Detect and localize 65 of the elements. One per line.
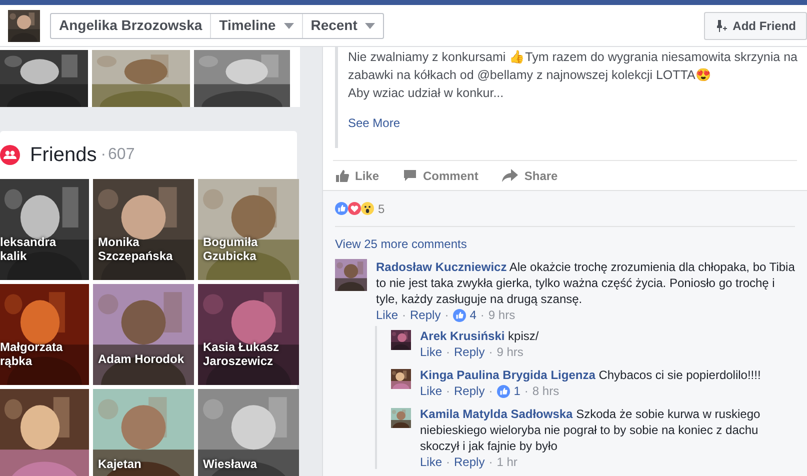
like-reaction-icon	[452, 308, 466, 322]
reaction-count: 5	[378, 200, 385, 218]
menu-dropdown[interactable]: Recent	[302, 14, 384, 38]
separator-dot: ·	[480, 308, 484, 322]
add-friend-button[interactable]: Add Friend	[704, 12, 807, 40]
view-more-comments-link[interactable]: View 25 more comments	[335, 235, 795, 253]
comment-text: Kamila Matylda Sadłowska Szkoda że sobie kurwa w ruskiego niebieskiego wieloryba nie pograł to by sobie na koniec z dachu skoczył i jak fajnie by było	[420, 406, 762, 454]
post-action-button[interactable]: Like	[335, 166, 380, 184]
comment-time: 8 hrs	[532, 384, 560, 398]
separator-dot: ·	[488, 455, 493, 469]
comment-time: 9 hrs	[488, 308, 516, 322]
like-reaction-icon	[335, 202, 348, 215]
author-link[interactable]: Kinga Paulina Brygida Ligenza	[420, 368, 596, 382]
like-link[interactable]: Like	[376, 308, 398, 322]
caret-icon	[365, 22, 376, 28]
friend-name[interactable]: Kasia Łukasz	[198, 340, 280, 354]
post-action-button[interactable]: Comment	[403, 166, 478, 184]
wow-reaction-icon	[361, 202, 374, 215]
comment-text: Kinga Paulina Brygida Ligenza Chybacos ci sie popierdolilo!!!!	[420, 367, 761, 383]
see-more-link[interactable]: See More	[348, 114, 807, 132]
separator-dot: ·	[524, 384, 528, 398]
speech-bubble-icon	[403, 169, 418, 182]
post-text-line: Aby wziac udział w konkur...	[348, 85, 505, 102]
heart-reaction-icon	[348, 202, 361, 215]
separator-dot: ·	[444, 308, 449, 322]
like-reaction-icon	[496, 384, 510, 398]
post-action-button[interactable]: Share	[502, 166, 558, 184]
comment-text: Arek Krusiński kpisz/	[420, 328, 539, 344]
separator-dot: ·	[100, 145, 106, 165]
caret-icon	[284, 22, 294, 28]
profile-name-link[interactable]: Angelika Brzozowska	[51, 14, 212, 38]
comment-time: 9 hrs	[496, 345, 524, 359]
share-arrow-icon	[502, 169, 518, 182]
friends-count: 607	[108, 145, 135, 165]
separator-dot: ·	[446, 455, 450, 469]
separator-dot: ·	[488, 384, 493, 398]
reply-link[interactable]: Reply	[454, 455, 485, 469]
friend-name[interactable]: leksandra	[0, 235, 56, 249]
thumbs-up-icon	[335, 168, 349, 182]
separator-dot: ·	[446, 384, 450, 398]
like-count: 4	[470, 308, 476, 322]
author-link[interactable]: Arek Krusiński	[420, 329, 505, 343]
post-text-line: Nie zwalniamy z konkursami 👍Tym razem do wygrania niesamowita skrzynia na	[348, 49, 798, 66]
comment-time: 1 hr	[496, 455, 518, 469]
separator-dot: ·	[446, 345, 450, 359]
like-link[interactable]: Like	[420, 384, 442, 398]
friend-name[interactable]: Małgorzata	[0, 340, 63, 354]
separator-dot: ·	[402, 308, 406, 322]
author-link[interactable]: Radosław Kuczniewicz	[376, 260, 507, 274]
post-text-line: zabawki na kółkach od @bellamy z najnowszej kolekcji LOTTA😍	[348, 67, 712, 84]
like-link[interactable]: Like	[420, 345, 442, 359]
reply-link[interactable]: Reply	[454, 345, 485, 359]
friend-name[interactable]: Monika	[93, 235, 140, 249]
author-link[interactable]: Kamila Matylda Sadłowska	[420, 407, 573, 421]
comment-text: Radosław Kuczniewicz Ale okażcie trochę zrozumienia dla chłopaka, bo Tibia to nie jest taka zwykła gierka, tylko ważna część życia. Poniosło go trochę i tyle, każdy zasługuje na drugą szansę.	[376, 259, 795, 307]
separator-dot: ·	[488, 345, 493, 359]
friends-title: Friends	[30, 143, 97, 168]
reply-link[interactable]: Reply	[454, 384, 485, 398]
like-link[interactable]: Like	[420, 455, 442, 469]
friend-name[interactable]: rąbka	[0, 354, 32, 368]
menu-dropdown[interactable]: Timeline	[211, 14, 303, 38]
reply-link[interactable]: Reply	[410, 308, 441, 322]
like-count: 1	[514, 384, 520, 398]
friend-name[interactable]: Bogumiła	[198, 235, 258, 249]
friend-name[interactable]: kalik	[0, 249, 27, 263]
